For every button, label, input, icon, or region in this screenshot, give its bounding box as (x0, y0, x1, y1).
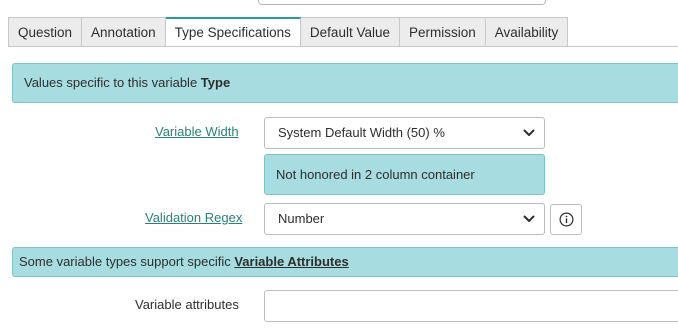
tab-permission[interactable]: Permission (399, 17, 486, 47)
tab-default-value[interactable]: Default Value (300, 17, 400, 47)
variable-width-label[interactable]: Variable Width (155, 124, 239, 139)
validation-regex-value: Number (278, 211, 325, 226)
validation-regex-label[interactable]: Validation Regex (145, 210, 242, 225)
validation-regex-select[interactable]: Number (264, 203, 545, 235)
tab-divider (8, 46, 678, 47)
type-info-banner: Values specific to this variable Type (12, 63, 678, 103)
previous-field-edge (258, 0, 546, 5)
type-banner-text: Values specific to this variable (24, 75, 201, 90)
attributes-info-banner: Some variable types support specific Var… (12, 247, 678, 277)
regex-info-button[interactable] (550, 204, 582, 235)
chevron-down-icon (523, 129, 535, 136)
tab-question[interactable]: Question (8, 17, 83, 47)
variable-attributes-input[interactable] (264, 290, 678, 322)
variable-attributes-label: Variable attributes (135, 297, 239, 312)
width-note: Not honored in 2 column container (264, 154, 545, 195)
variable-width-value: System Default Width (50) % (278, 125, 445, 140)
chevron-down-icon (523, 215, 535, 222)
type-specifications-form: Question Annotation Type Specifications … (0, 0, 678, 331)
info-circle-icon (559, 212, 574, 227)
variable-width-select[interactable]: System Default Width (50) % (264, 117, 545, 149)
tab-availability[interactable]: Availability (485, 17, 569, 47)
type-banner-bold: Type (200, 75, 231, 90)
tab-bar: Question Annotation Type Specifications … (8, 17, 569, 47)
attributes-banner-text: Some variable types support specific (19, 254, 235, 269)
tab-annotation[interactable]: Annotation (82, 17, 166, 47)
variable-attributes-link[interactable]: Variable Attributes (234, 254, 348, 269)
tab-type-specifications[interactable]: Type Specifications (165, 17, 301, 47)
